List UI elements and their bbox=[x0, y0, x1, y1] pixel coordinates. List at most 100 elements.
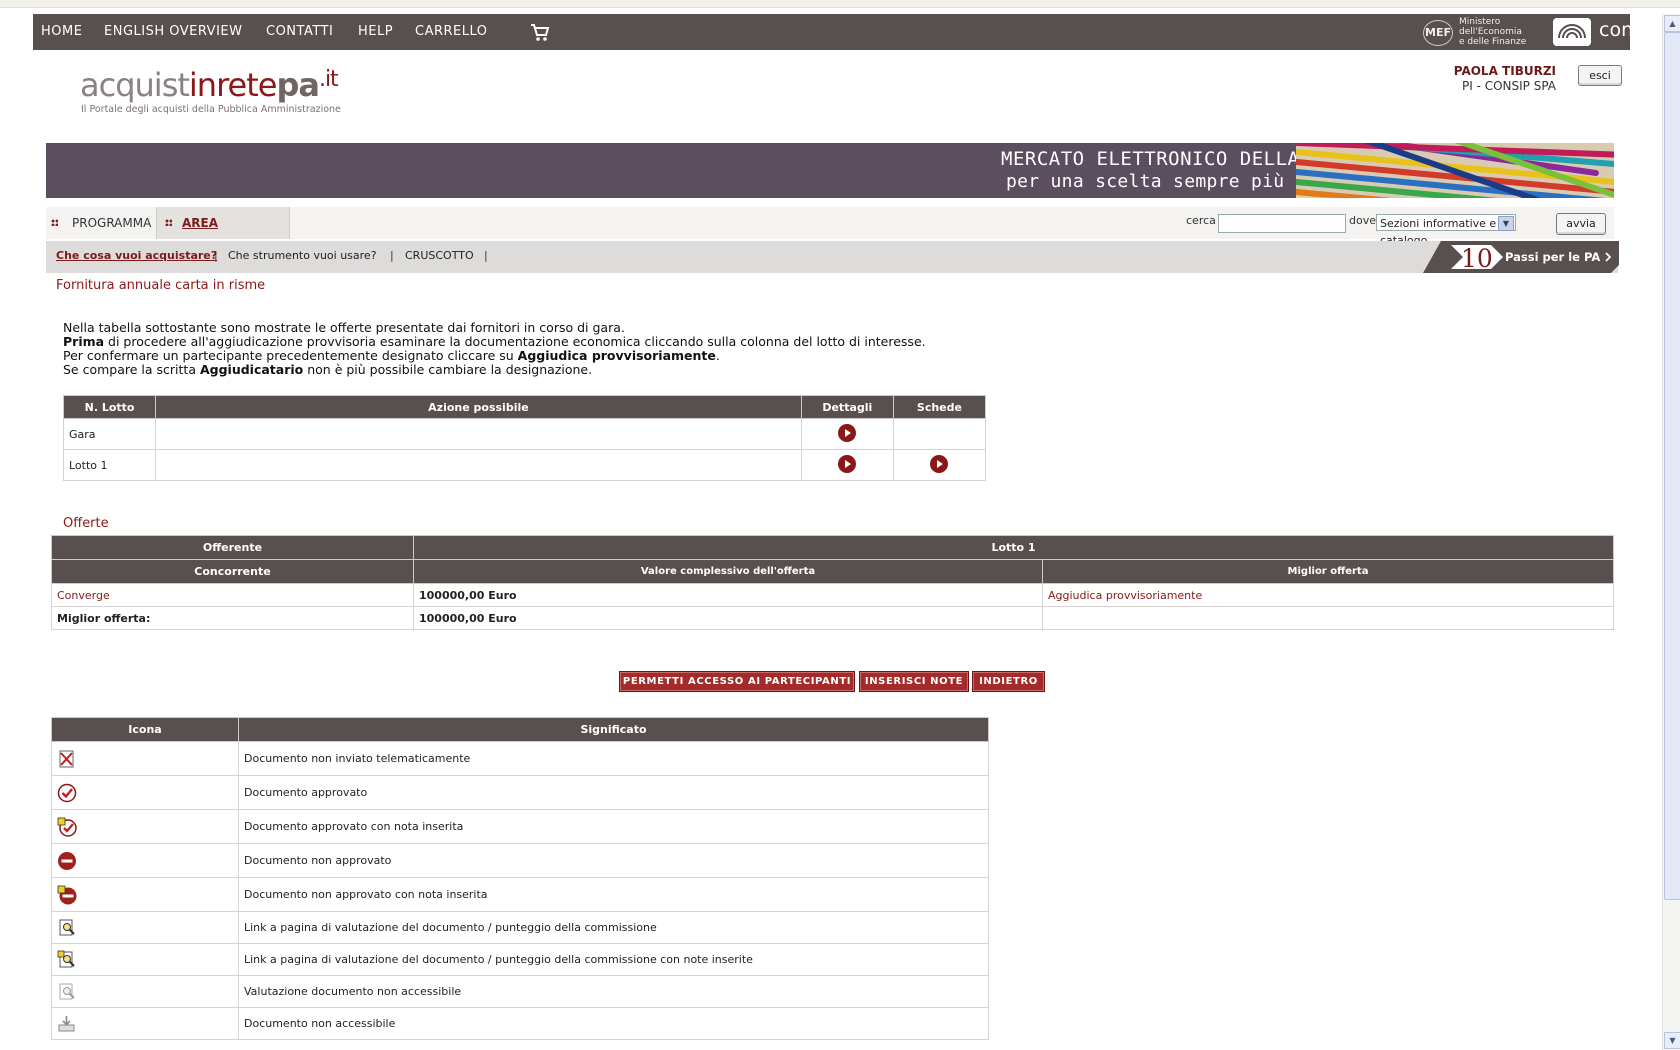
logo-part-1: acquist bbox=[80, 66, 190, 104]
best-offer-value: 100000,00 Euro bbox=[413, 606, 1043, 630]
logout-button[interactable]: esci bbox=[1578, 65, 1622, 86]
search-scope-select[interactable]: Sezioni informative e catalogo ▼ bbox=[1376, 214, 1516, 247]
nav-help-link[interactable]: HELP bbox=[358, 14, 393, 50]
top-navigation-bar: HOME ENGLISH OVERVIEW CONTATTI HELP CARR… bbox=[33, 14, 1660, 50]
intro-line-4-bold: Aggiudicatario bbox=[199, 362, 304, 377]
mef-line-2: dell'Economia bbox=[1459, 27, 1522, 37]
evaluation-disabled-icon bbox=[59, 983, 75, 999]
table-row: Converge 100000,00 Euro Aggiudica provvi… bbox=[51, 583, 1614, 607]
scroll-up-icon[interactable]: ▲ bbox=[1664, 15, 1680, 32]
search-button[interactable]: avvia bbox=[1556, 213, 1606, 235]
not-approved-icon bbox=[58, 851, 76, 870]
empty-cell bbox=[1042, 606, 1614, 630]
user-name: PAOLA TIBURZI bbox=[1453, 64, 1556, 78]
legend-row: Documento non approvato bbox=[51, 843, 989, 878]
subnav-strumento-link[interactable]: Che strumento vuoi usare? bbox=[228, 241, 377, 271]
dots-icon bbox=[51, 219, 58, 226]
approved-icon bbox=[57, 783, 77, 802]
nav-contatti-link[interactable]: CONTATTI bbox=[266, 14, 333, 50]
search-label: cerca bbox=[1186, 214, 1216, 227]
approved-note-icon bbox=[57, 817, 77, 837]
icon-cell bbox=[51, 809, 239, 844]
schede-cell bbox=[892, 449, 987, 481]
browser-top-edge bbox=[0, 0, 1680, 8]
scroll-down-icon[interactable]: ▼ bbox=[1664, 1032, 1680, 1049]
tab-programma[interactable]: PROGRAMMA bbox=[51, 207, 151, 239]
schede-arrow-icon[interactable] bbox=[930, 454, 949, 473]
subnav-che-cosa-link[interactable]: Che cosa vuoi acquistare? bbox=[56, 241, 217, 271]
search-where-label: dove bbox=[1349, 214, 1376, 227]
legend-text: Documento non accessibile bbox=[238, 1007, 989, 1040]
legend-table: Icona Significato Documento non inviato … bbox=[51, 717, 989, 1040]
scrollbar-thumb[interactable] bbox=[1664, 32, 1680, 900]
lotto-header: Lotto 1 bbox=[413, 535, 1614, 560]
indietro-button[interactable]: INDIETRO bbox=[972, 671, 1045, 692]
subnav-separator: | bbox=[214, 249, 218, 262]
sub-navigation-bar: Che cosa vuoi acquistare? | Che strument… bbox=[46, 241, 1618, 273]
legend-row: Documento approvato con nota inserita bbox=[51, 809, 989, 844]
consip-text: consip bbox=[1599, 19, 1661, 41]
user-organization: PI - CONSIP SPA bbox=[1461, 79, 1556, 93]
logo-part-4: .it bbox=[318, 67, 339, 92]
inserisci-note-button[interactable]: INSERISCI NOTE bbox=[859, 671, 969, 692]
column-header: Azione possibile bbox=[155, 395, 802, 419]
cart-icon[interactable] bbox=[530, 22, 550, 42]
icon-cell bbox=[51, 877, 239, 912]
passi-text: Passi per le PA bbox=[1505, 250, 1600, 264]
legend-row: Documento non accessibile bbox=[51, 1007, 989, 1040]
dettagli-cell bbox=[800, 418, 894, 450]
table-row: Miglior offerta: 100000,00 Euro bbox=[51, 606, 1614, 630]
column-header: Dettagli bbox=[800, 395, 894, 419]
legend-text: Valutazione documento non accessibile bbox=[238, 975, 989, 1008]
legend-row: Documento non approvato con nota inserit… bbox=[51, 877, 989, 912]
intro-line-2-bold: Prima bbox=[63, 334, 105, 349]
search-input[interactable] bbox=[1218, 214, 1346, 233]
icon-cell bbox=[51, 943, 239, 976]
legend-text: Documento approvato bbox=[238, 775, 989, 810]
legend-row: Documento approvato bbox=[51, 775, 989, 810]
dieci-passi-banner[interactable]: 10 Passi per le PA bbox=[1423, 241, 1619, 273]
portal-logo[interactable]: acquistinretepa.it bbox=[80, 66, 339, 104]
evaluation-link-note-icon bbox=[57, 950, 75, 967]
concorrente-link[interactable]: Converge bbox=[51, 583, 414, 607]
intro-line-4-post: non è più possibile cambiare la designaz… bbox=[303, 362, 593, 377]
tab-area-personale[interactable]: AREA PERSONALE bbox=[156, 207, 290, 262]
nav-english-overview-link[interactable]: ENGLISH OVERVIEW bbox=[104, 14, 242, 50]
intro-line-1: Nella tabella sottostante sono mostrate … bbox=[63, 320, 625, 335]
nav-home-link[interactable]: HOME bbox=[41, 14, 82, 50]
icon-cell bbox=[51, 1007, 239, 1040]
intro-text: Nella tabella sottostante sono mostrate … bbox=[63, 321, 926, 377]
document-inaccessible-icon bbox=[58, 1015, 75, 1031]
consip-logo: consip bbox=[1553, 16, 1661, 48]
valore-header: Valore complessivo dell'offerta bbox=[413, 559, 1043, 584]
user-info: PAOLA TIBURZI PI - CONSIP SPA bbox=[1420, 64, 1556, 93]
intro-line-3-post: . bbox=[715, 348, 720, 363]
nav-carrello-link[interactable]: CARRELLO bbox=[415, 14, 488, 50]
aggiudica-link[interactable]: Aggiudica provvisoriamente bbox=[1042, 583, 1614, 607]
mef-line-1: Ministero bbox=[1459, 17, 1501, 27]
concorrente-header: Concorrente bbox=[51, 559, 414, 584]
intro-line-3-pre: Per confermare un partecipante precedent… bbox=[63, 348, 518, 363]
not-approved-note-icon bbox=[57, 885, 77, 904]
valore-cell: 100000,00 Euro bbox=[413, 583, 1043, 607]
passi-number: 10 bbox=[1461, 244, 1493, 273]
details-arrow-icon[interactable] bbox=[838, 423, 857, 442]
permetti-accesso-button[interactable]: PERMETTI ACCESSO AI PARTECIPANTI bbox=[619, 671, 855, 692]
chevron-down-icon[interactable]: ▼ bbox=[1498, 216, 1514, 231]
icon-cell bbox=[51, 975, 239, 1008]
offerte-table: Offerente Lotto 1 Concorrente Valore com… bbox=[51, 535, 1614, 630]
offerente-header: Offerente bbox=[51, 535, 414, 560]
logo-part-2: inrete bbox=[188, 66, 278, 104]
mepa-banner: MERCATO ELETTRONICO DELLA P.A. per una s… bbox=[46, 143, 1614, 198]
dettagli-cell bbox=[800, 449, 894, 481]
column-header: N. Lotto bbox=[62, 395, 157, 419]
subnav-cruscotto-link[interactable]: CRUSCOTTO bbox=[405, 241, 474, 271]
details-arrow-icon[interactable] bbox=[838, 454, 857, 473]
vertical-scrollbar[interactable]: ▲ ▼ bbox=[1662, 14, 1680, 1050]
icon-cell bbox=[51, 775, 239, 810]
icon-cell bbox=[51, 843, 239, 878]
offerte-title: Offerte bbox=[63, 516, 109, 531]
evaluation-link-icon bbox=[59, 919, 75, 935]
azione-cell bbox=[155, 418, 802, 450]
mef-line-3: e delle Finanze bbox=[1459, 37, 1527, 47]
